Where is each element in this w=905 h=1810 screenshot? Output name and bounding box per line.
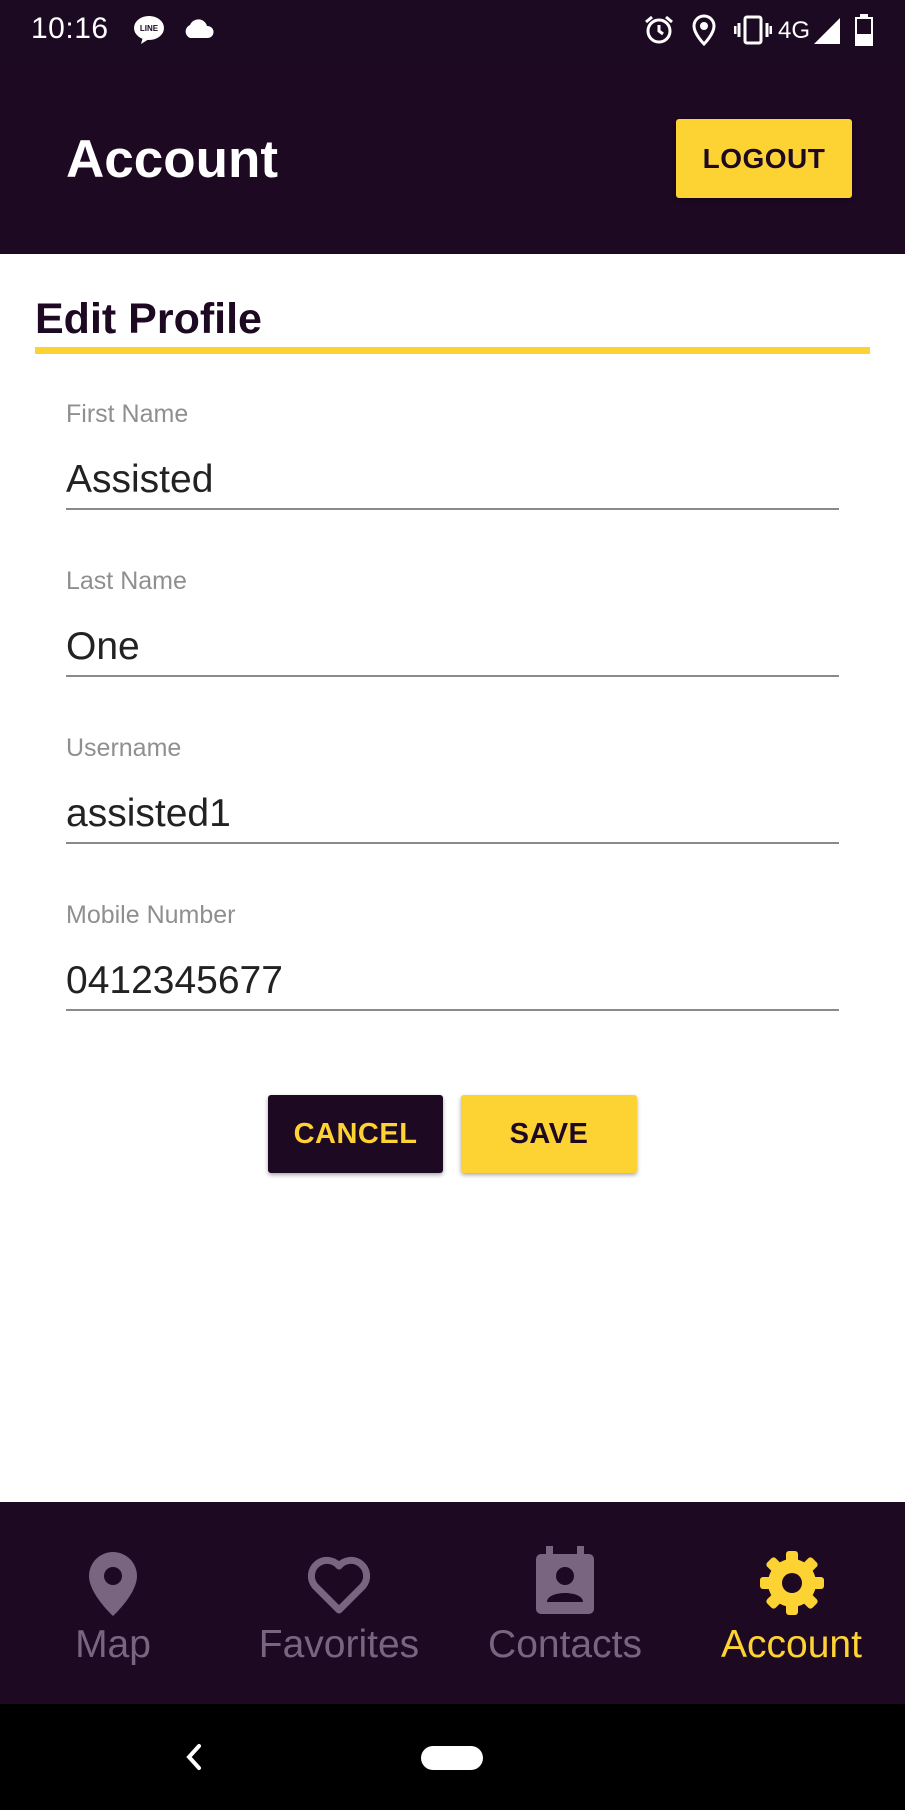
location-icon [692,14,716,51]
bottom-nav: Map Favorites Contacts Account [0,1502,905,1704]
save-button[interactable]: SAVE [461,1095,637,1173]
username-field: Username [66,734,839,844]
home-pill-icon[interactable] [421,1746,483,1770]
first-name-label: First Name [66,400,189,428]
nav-item-map[interactable]: Map [0,1502,226,1704]
signal-icon [812,16,842,51]
gear-icon [760,1551,824,1615]
logout-button[interactable]: LOGOUT [676,119,852,198]
cancel-button[interactable]: CANCEL [268,1095,443,1173]
nav-item-favorites[interactable]: Favorites [226,1502,452,1704]
heart-icon [307,1556,371,1614]
nav-label-account: Account [721,1623,862,1666]
last-name-label: Last Name [66,567,187,595]
nav-label-map: Map [75,1623,151,1666]
nav-label-contacts: Contacts [488,1623,642,1666]
network-type: 4G [778,17,811,44]
alarm-icon [643,14,675,51]
section-underline [35,347,870,354]
nav-item-contacts[interactable]: Contacts [452,1502,678,1704]
section-title: Edit Profile [35,295,262,343]
vibrate-icon [733,15,773,50]
app-bar: Account LOGOUT [0,61,905,254]
battery-icon [854,14,874,51]
status-time: 10:16 [31,12,109,45]
nav-item-account[interactable]: Account [678,1502,905,1704]
mobile-number-input[interactable] [66,953,839,1011]
last-name-field: Last Name [66,567,839,677]
back-icon[interactable] [183,1742,205,1777]
first-name-input[interactable] [66,452,839,510]
nav-label-favorites: Favorites [258,1623,420,1666]
page-title: Account [66,130,278,189]
line-app-icon: LINE [133,15,165,50]
system-nav-bar [0,1704,905,1810]
svg-text:LINE: LINE [140,24,159,33]
contacts-icon [536,1546,594,1614]
cloud-icon [182,18,214,45]
username-label: Username [66,734,182,762]
first-name-field: First Name [66,400,839,510]
last-name-input[interactable] [66,619,839,677]
mobile-number-label: Mobile Number [66,901,236,929]
mobile-number-field: Mobile Number [66,901,839,1011]
status-bar: 10:16 LINE 4G [0,0,905,61]
username-input[interactable] [66,786,839,844]
map-pin-icon [89,1552,137,1616]
